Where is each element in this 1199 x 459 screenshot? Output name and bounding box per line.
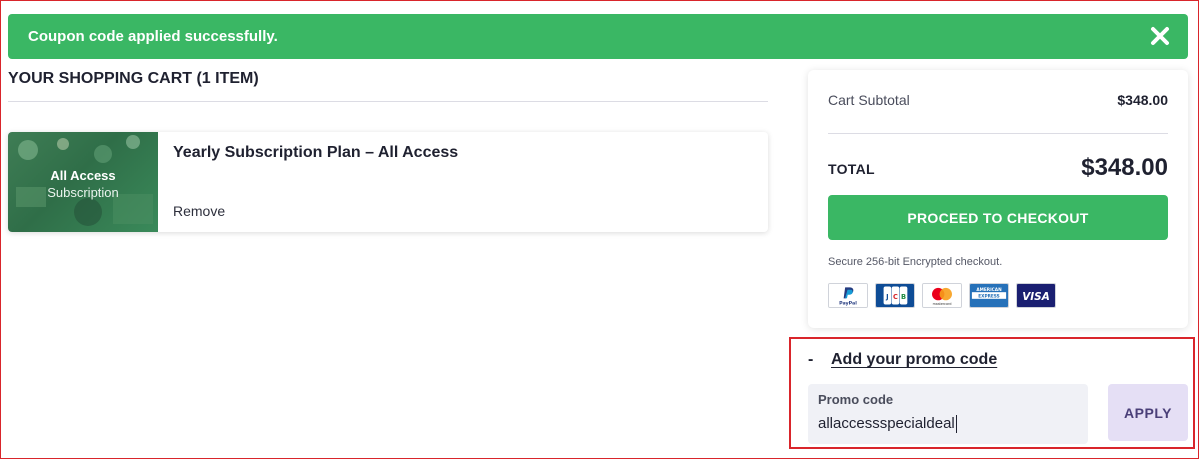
svg-text:J: J bbox=[885, 293, 888, 301]
total-value: $348.00 bbox=[1081, 154, 1168, 181]
success-alert: Coupon code applied successfully. bbox=[8, 14, 1188, 59]
svg-text:VISA: VISA bbox=[1022, 291, 1050, 303]
item-name[interactable]: Yearly Subscription Plan – All Access bbox=[173, 144, 458, 162]
svg-text:PayPal: PayPal bbox=[839, 301, 857, 307]
payment-methods: PayPal J C B mastercard AMERICAN EXPRESS… bbox=[828, 283, 1056, 308]
alert-message: Coupon code applied successfully. bbox=[28, 28, 278, 45]
thumbnail-title: All Access bbox=[50, 168, 116, 183]
svg-text:EXPRESS: EXPRESS bbox=[978, 293, 999, 299]
promo-code-label: Promo code bbox=[818, 392, 894, 407]
remove-item-link[interactable]: Remove bbox=[173, 203, 225, 219]
summary-divider bbox=[828, 133, 1168, 134]
svg-text:AMERICAN: AMERICAN bbox=[976, 287, 1002, 293]
close-icon[interactable] bbox=[1148, 24, 1172, 48]
text-caret bbox=[955, 415, 957, 434]
svg-text:mastercard: mastercard bbox=[933, 302, 952, 306]
visa-icon: VISA bbox=[1016, 283, 1056, 308]
apply-promo-button[interactable]: APPLY bbox=[1108, 384, 1188, 441]
proceed-to-checkout-button[interactable]: PROCEED TO CHECKOUT bbox=[828, 195, 1168, 240]
order-summary: Cart Subtotal $348.00 TOTAL $348.00 PROC… bbox=[808, 70, 1188, 328]
cart-item: All Access Subscription Yearly Subscript… bbox=[8, 132, 768, 232]
promo-code-input[interactable]: allaccessspecialdeal bbox=[818, 415, 957, 434]
svg-text:C: C bbox=[893, 293, 898, 301]
american-express-icon: AMERICAN EXPRESS bbox=[969, 283, 1009, 308]
paypal-icon: PayPal bbox=[828, 283, 868, 308]
secure-checkout-text: Secure 256-bit Encrypted checkout. bbox=[828, 256, 1003, 268]
total-label: TOTAL bbox=[828, 161, 875, 177]
cart-title: YOUR SHOPPING CART (1 ITEM) bbox=[8, 70, 259, 87]
promo-code-value: allaccessspecialdeal bbox=[818, 415, 955, 432]
product-thumbnail[interactable]: All Access Subscription bbox=[8, 132, 158, 232]
mastercard-icon: mastercard bbox=[922, 283, 962, 308]
subtotal-value: $348.00 bbox=[1117, 92, 1168, 108]
subtotal-label: Cart Subtotal bbox=[828, 92, 910, 108]
add-promo-code-link[interactable]: Add your promo code bbox=[831, 351, 997, 369]
promo-collapse-toggle[interactable]: - bbox=[808, 351, 813, 369]
promo-code-field[interactable]: Promo code allaccessspecialdeal bbox=[808, 384, 1088, 444]
jcb-icon: J C B bbox=[875, 283, 915, 308]
svg-text:B: B bbox=[901, 293, 906, 301]
thumbnail-subtitle: Subscription bbox=[47, 185, 119, 200]
cart-divider bbox=[8, 101, 768, 102]
